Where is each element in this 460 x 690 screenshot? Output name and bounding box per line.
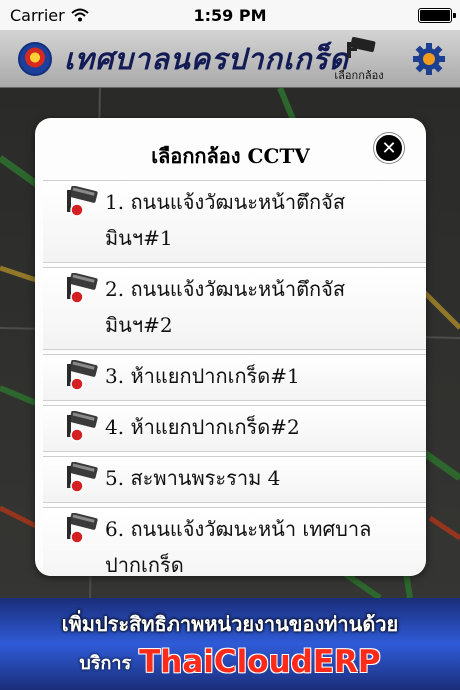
camera-list-item-label: 4. ห้าแยกปากเกร็ด#2 <box>105 415 300 439</box>
select-camera-label: เลือกกล้อง <box>334 69 384 82</box>
camera-list[interactable]: 1. ถนนแจ้งวัฒนะหน้าตึกจัส มินฯ#1 2. ถนนแจ… <box>43 180 426 576</box>
status-bar: Carrier 1:59 PM <box>0 0 460 30</box>
cctv-camera-icon <box>63 410 99 456</box>
ad-prefix: บริการ <box>79 652 132 674</box>
gear-icon[interactable] <box>412 42 446 76</box>
camera-list-item-label: 5. สะพานพระราม 4 <box>105 466 281 490</box>
cctv-camera-icon <box>347 36 376 58</box>
camera-list-item[interactable]: 6. ถนนแจ้งวัฒนะหน้า เทศบาลปากเกร็ด <box>43 507 426 576</box>
camera-list-item-label: 3. ห้าแยกปากเกร็ด#1 <box>105 364 300 388</box>
camera-list-item[interactable]: 3. ห้าแยกปากเกร็ด#1 <box>43 354 426 401</box>
camera-list-item-label: 1. ถนนแจ้งวัฒนะหน้าตึกจัส มินฯ#1 <box>105 190 346 250</box>
cctv-camera-icon <box>63 185 99 231</box>
cctv-camera-icon <box>63 272 99 318</box>
app-header: เทศบาลนครปากเกร็ด เลือกกล้อง <box>0 30 460 88</box>
app-title: เทศบาลนครปากเกร็ด <box>64 41 349 76</box>
close-icon[interactable]: ✕ <box>374 133 404 163</box>
ad-brand-line: บริการ ThaiCloudERP <box>0 644 460 680</box>
ad-banner[interactable]: เพิ่มประสิทธิภาพหน่วยงานของท่านด้วย บริก… <box>0 598 460 690</box>
camera-list-item-label: 2. ถนนแจ้งวัฒนะหน้าตึกจัส มินฯ#2 <box>105 277 346 337</box>
camera-list-item-label: 6. ถนนแจ้งวัฒนะหน้า เทศบาลปากเกร็ด <box>105 517 372 576</box>
city-seal-logo <box>18 41 52 76</box>
camera-list-item[interactable]: 1. ถนนแจ้งวัฒนะหน้าตึกจัส มินฯ#1 <box>43 180 426 263</box>
camera-list-item[interactable]: 2. ถนนแจ้งวัฒนะหน้าตึกจัส มินฯ#2 <box>43 267 426 350</box>
ad-brand: ThaiCloudERP <box>139 644 381 680</box>
carrier-info: Carrier <box>10 6 89 25</box>
camera-list-item[interactable]: 4. ห้าแยกปากเกร็ด#2 <box>43 405 426 452</box>
dialog-title: เลือกกล้อง CCTV <box>151 144 310 168</box>
camera-picker-dialog: เลือกกล้อง CCTV ✕ 1. ถนนแจ้งวัฒนะหน้าตึก… <box>35 118 426 576</box>
select-camera-button[interactable]: เลือกกล้อง <box>326 36 392 84</box>
cctv-camera-icon <box>63 461 99 507</box>
cctv-camera-icon <box>63 512 99 558</box>
battery-icon <box>418 8 456 23</box>
ad-headline: เพิ่มประสิทธิภาพหน่วยงานของท่านด้วย <box>61 612 399 636</box>
cctv-camera-icon <box>63 359 99 405</box>
camera-list-item[interactable]: 5. สะพานพระราม 4 <box>43 456 426 503</box>
carrier-name: Carrier <box>10 5 65 25</box>
wifi-icon <box>71 8 89 22</box>
